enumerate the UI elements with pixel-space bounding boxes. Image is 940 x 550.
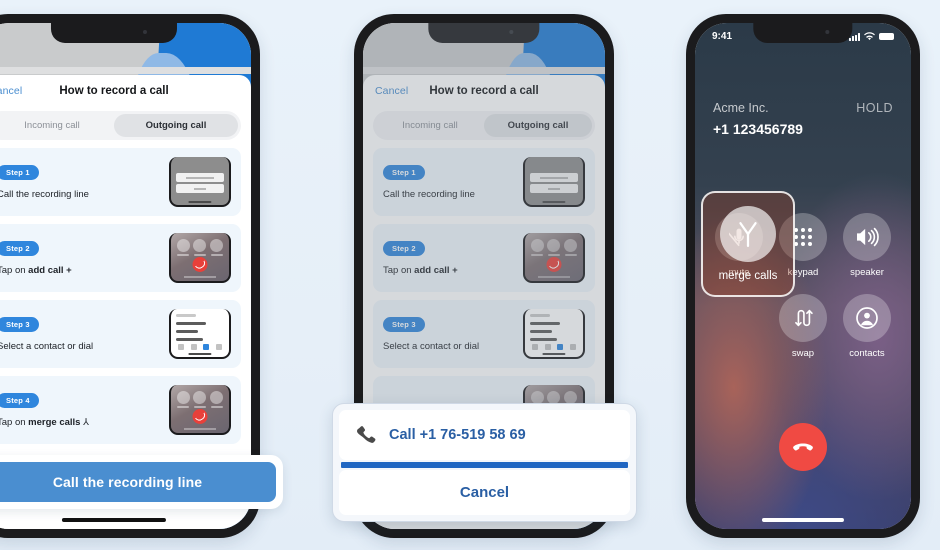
keypad-grid-icon xyxy=(794,228,812,246)
step-thumbnail-contacts xyxy=(169,309,231,359)
merge-calls-button[interactable] xyxy=(720,206,776,262)
step-thumbnail-incall xyxy=(169,385,231,435)
screenshot-root: Cancel How to record a call Incoming cal… xyxy=(0,0,940,550)
call-action-sheet: Call +1 76-519 58 69 Cancel xyxy=(332,403,637,522)
swap-button[interactable] xyxy=(779,294,827,342)
step-badge: Step 1 xyxy=(0,164,39,180)
status-bar: 9:41 xyxy=(695,31,911,42)
step-thumbnail-incall xyxy=(169,233,231,283)
dialog-call-button[interactable]: Call +1 76-519 58 69 xyxy=(339,410,630,460)
end-call-button[interactable] xyxy=(779,423,827,471)
step-text: Tap on merge calls ⅄ xyxy=(0,416,89,428)
control-label: merge calls xyxy=(718,270,778,282)
phone-3-home-indicator xyxy=(761,518,845,522)
merge-glyph-icon: ⅄ xyxy=(83,416,89,428)
step-badge: Step 4 xyxy=(0,392,39,408)
merge-calls-icon xyxy=(739,222,757,247)
control-speaker[interactable]: speaker xyxy=(835,213,899,278)
cellular-signal-icon xyxy=(849,32,860,41)
caller-number: +1 123456789 xyxy=(713,121,803,137)
sheet-header-1: Cancel How to record a call xyxy=(0,75,251,105)
status-time: 9:41 xyxy=(712,31,733,42)
control-swap[interactable]: swap xyxy=(771,294,835,359)
control-merge-calls-highlighted[interactable]: merge calls xyxy=(701,191,795,297)
sheet-cancel-button-1[interactable]: Cancel xyxy=(0,85,22,97)
control-label: contacts xyxy=(849,348,885,359)
dialog-call-label: Call +1 76-519 58 69 xyxy=(389,427,526,443)
wifi-icon xyxy=(864,32,875,41)
step-row: Step 3 Select a contact or dial xyxy=(0,300,241,368)
step-text: Call the recording line xyxy=(0,188,89,200)
contacts-button[interactable] xyxy=(843,294,891,342)
control-label: swap xyxy=(791,348,815,359)
control-contacts[interactable]: contacts xyxy=(835,294,899,359)
battery-icon xyxy=(879,33,894,40)
speaker-button[interactable] xyxy=(843,213,891,261)
call-state-badge: HOLD xyxy=(856,101,893,115)
dialog-cancel-button[interactable]: Cancel xyxy=(339,470,630,515)
caller-info: Acme Inc. HOLD +1 123456789 xyxy=(713,101,893,137)
phone-1-home-indicator xyxy=(61,518,167,522)
speaker-icon xyxy=(857,227,879,247)
caller-name: Acme Inc. xyxy=(713,101,769,115)
status-icons xyxy=(849,32,894,41)
phone-handset-icon xyxy=(357,426,376,443)
sheet-title-1: How to record a call xyxy=(59,85,169,97)
cta-card-1: Call the recording line xyxy=(0,455,283,509)
step-row: Step 1 Call the recording line xyxy=(0,148,241,216)
swap-arrows-icon xyxy=(795,309,813,327)
map-road xyxy=(0,67,251,74)
control-label: speaker xyxy=(850,267,884,278)
phone-3-screen: 9:41 Acme Inc. HOLD +1 123456789 mute ke… xyxy=(695,23,911,529)
camera-icon xyxy=(142,30,147,34)
tab-outgoing-call-1[interactable]: Outgoing call xyxy=(114,114,238,137)
phone-1-screen: Cancel How to record a call Incoming cal… xyxy=(0,23,251,529)
step-badge: Step 3 xyxy=(0,316,39,332)
contacts-person-icon xyxy=(856,307,878,329)
tab-incoming-call-1[interactable]: Incoming call xyxy=(0,114,114,137)
steps-list-1: Step 1 Call the recording line Step 2 Ta… xyxy=(0,148,251,444)
step-badge: Step 2 xyxy=(0,240,39,256)
step-row: Step 2 Tap on add call + xyxy=(0,224,241,292)
call-type-segmented-control-1[interactable]: Incoming call Outgoing call xyxy=(0,111,241,140)
step-text: Select a contact or dial xyxy=(0,340,94,352)
step-thumbnail-dialog xyxy=(169,157,231,207)
phone-3: 9:41 Acme Inc. HOLD +1 123456789 mute ke… xyxy=(686,14,920,538)
call-recording-line-button[interactable]: Call the recording line xyxy=(0,462,276,502)
step-row: Step 4 Tap on merge calls ⅄ xyxy=(0,376,241,444)
end-call-icon xyxy=(793,443,813,451)
step-text: Tap on add call + xyxy=(0,264,72,276)
dialog-separator xyxy=(341,462,628,468)
phone-1-notch xyxy=(50,23,178,43)
